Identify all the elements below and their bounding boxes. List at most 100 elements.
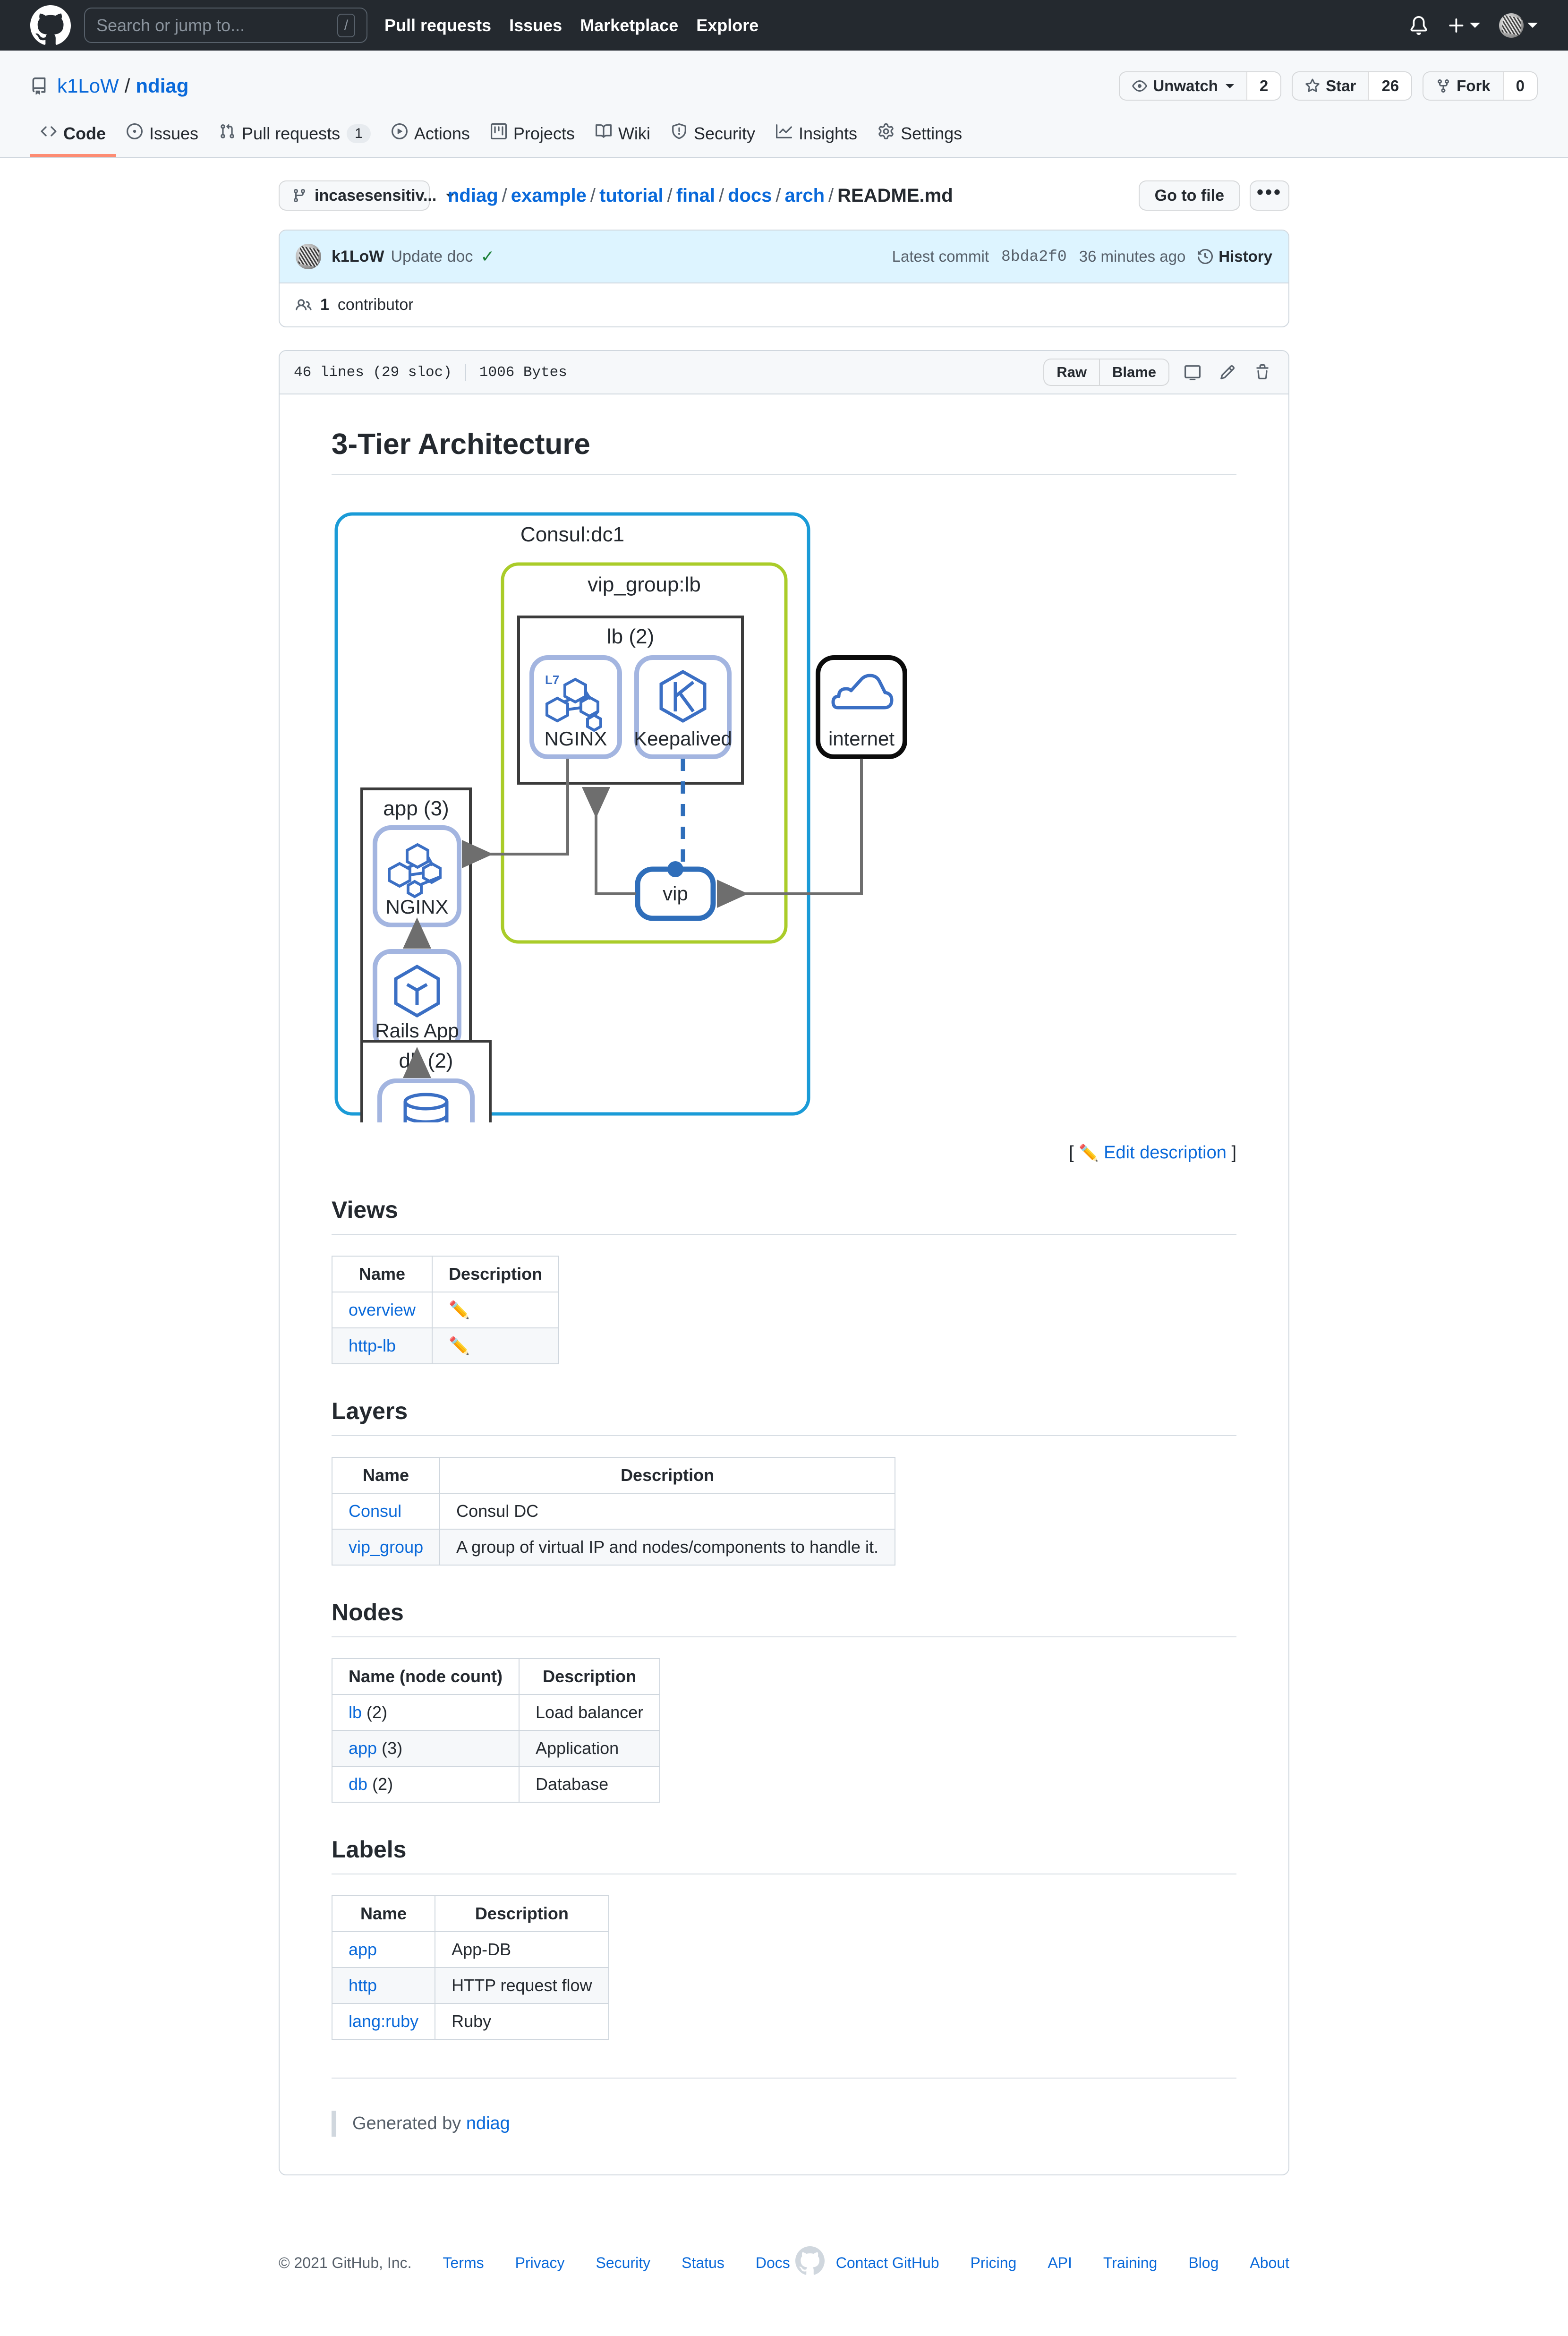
labels-col-description: Description: [435, 1896, 608, 1932]
star-button[interactable]: Star: [1293, 72, 1368, 100]
tab-wiki[interactable]: Wiki: [585, 115, 661, 157]
repo-name-link[interactable]: ndiag: [136, 75, 188, 97]
bell-icon[interactable]: [1409, 16, 1428, 35]
footer-link-blog[interactable]: Blog: [1188, 2254, 1219, 2272]
divider: [465, 364, 466, 381]
nodes-cell-description: Database: [519, 1766, 660, 1802]
label-link-lang-ruby[interactable]: lang:ruby: [349, 2011, 418, 2031]
node-link-app[interactable]: app: [349, 1738, 377, 1758]
blame-button[interactable]: Blame: [1099, 359, 1168, 385]
tab-security[interactable]: Security: [661, 115, 766, 157]
repo-title: k1LoW / ndiag: [30, 75, 188, 97]
footer-link-security[interactable]: Security: [596, 2254, 651, 2272]
label-link-http[interactable]: http: [349, 1976, 377, 1995]
file-line-count: 46 lines (29 sloc): [294, 364, 452, 381]
tab-projects-label: Projects: [513, 124, 575, 144]
tab-projects[interactable]: Projects: [480, 115, 585, 157]
desktop-download-icon[interactable]: [1181, 359, 1204, 385]
github-mark-icon[interactable]: [795, 2246, 825, 2279]
trash-icon[interactable]: [1251, 359, 1274, 385]
footer-link-contact-github[interactable]: Contact GitHub: [836, 2254, 939, 2272]
branch-selector[interactable]: incasesensitiv...: [279, 180, 430, 211]
breadcrumb-item-arch[interactable]: arch: [785, 185, 825, 206]
breadcrumb-item-example[interactable]: example: [511, 185, 587, 206]
plus-icon[interactable]: [1447, 16, 1480, 35]
contributors-bar[interactable]: 1 contributor: [280, 283, 1288, 326]
layers-cell-description: A group of virtual IP and nodes/componen…: [440, 1529, 895, 1565]
star-count[interactable]: 26: [1368, 72, 1411, 100]
commit-message[interactable]: Update doc: [391, 248, 473, 266]
node-link-lb[interactable]: lb: [349, 1703, 362, 1722]
bracket-open: [: [1069, 1143, 1074, 1163]
nav-explore[interactable]: Explore: [696, 16, 758, 35]
tab-code[interactable]: Code: [30, 115, 116, 157]
raw-button[interactable]: Raw: [1044, 359, 1099, 385]
ndiag-link[interactable]: ndiag: [466, 2114, 510, 2133]
github-mark-icon[interactable]: [30, 5, 71, 46]
commit-sha[interactable]: 8bda2f0: [1001, 248, 1067, 265]
table-row: vip_group A group of virtual IP and node…: [332, 1529, 895, 1565]
git-pull-request-icon: [219, 123, 235, 144]
tab-settings[interactable]: Settings: [868, 115, 972, 157]
fork-button-group[interactable]: Fork 0: [1423, 71, 1538, 101]
nav-issues[interactable]: Issues: [509, 16, 562, 35]
tab-pull-requests[interactable]: Pull requests 1: [209, 115, 381, 157]
fork-label: Fork: [1457, 77, 1491, 95]
fork-button[interactable]: Fork: [1423, 72, 1503, 100]
labels-cell-name: http: [332, 1968, 435, 2003]
file-size: 1006 Bytes: [479, 364, 567, 381]
edit-description-link[interactable]: Edit description: [1104, 1143, 1227, 1163]
label-link-app[interactable]: app: [349, 1940, 377, 1959]
labels-cell-description: HTTP request flow: [435, 1968, 608, 2003]
svg-text:L7: L7: [545, 673, 559, 687]
nav-pull-requests[interactable]: Pull requests: [384, 16, 491, 35]
views-cell-name: overview: [332, 1292, 432, 1328]
go-to-file-button[interactable]: Go to file: [1139, 180, 1240, 211]
views-col-description: Description: [432, 1256, 559, 1292]
footer-link-about[interactable]: About: [1250, 2254, 1289, 2272]
star-button-group[interactable]: Star 26: [1292, 71, 1412, 101]
footer-link-terms[interactable]: Terms: [443, 2254, 484, 2272]
breadcrumb-item-tutorial[interactable]: tutorial: [599, 185, 664, 206]
avatar[interactable]: [1499, 13, 1538, 38]
repo-slash: /: [125, 75, 130, 97]
breadcrumb-item-docs[interactable]: docs: [728, 185, 772, 206]
watch-button-group[interactable]: Unwatch 2: [1119, 71, 1281, 101]
unwatch-button[interactable]: Unwatch: [1120, 72, 1246, 100]
breadcrumb-sep: /: [590, 185, 596, 206]
footer-link-privacy[interactable]: Privacy: [515, 2254, 565, 2272]
history-link[interactable]: History: [1198, 248, 1272, 265]
tab-issues[interactable]: Issues: [116, 115, 209, 157]
nav-marketplace[interactable]: Marketplace: [580, 16, 678, 35]
breadcrumb-item-final[interactable]: final: [676, 185, 715, 206]
layer-link-consul[interactable]: Consul: [349, 1501, 401, 1521]
tab-actions[interactable]: Actions: [381, 115, 480, 157]
tab-insights[interactable]: Insights: [766, 115, 868, 157]
labels-cell-description: App-DB: [435, 1932, 608, 1968]
pencil-icon[interactable]: [1216, 359, 1239, 385]
layer-link-vip-group[interactable]: vip_group: [349, 1537, 423, 1557]
commit-author[interactable]: k1LoW: [332, 248, 384, 266]
raw-blame-group[interactable]: Raw Blame: [1043, 359, 1169, 386]
breadcrumb-item-ndiag[interactable]: ndiag: [448, 185, 498, 206]
breadcrumb-sep: /: [775, 185, 781, 206]
footer-link-pricing[interactable]: Pricing: [971, 2254, 1017, 2272]
repo-owner-link[interactable]: k1LoW: [57, 75, 119, 97]
node-link-db[interactable]: db: [349, 1774, 367, 1794]
table-row: lang:ruby Ruby: [332, 2003, 609, 2039]
view-link-http-lb[interactable]: http-lb: [349, 1336, 396, 1355]
footer-link-api[interactable]: API: [1048, 2254, 1072, 2272]
footer-link-training[interactable]: Training: [1103, 2254, 1157, 2272]
avatar[interactable]: [296, 244, 321, 269]
node-count-lb: (2): [366, 1703, 387, 1722]
heading-layers: Layers: [332, 1397, 1236, 1436]
heading-nodes: Nodes: [332, 1599, 1236, 1637]
graph-icon: [776, 123, 792, 144]
fork-count[interactable]: 0: [1503, 72, 1537, 100]
watch-count[interactable]: 2: [1246, 72, 1280, 100]
view-link-overview[interactable]: overview: [349, 1300, 416, 1319]
search-input[interactable]: Search or jump to... /: [84, 8, 367, 43]
more-options-button[interactable]: •••: [1250, 180, 1289, 211]
footer-link-docs[interactable]: Docs: [756, 2254, 790, 2272]
footer-link-status[interactable]: Status: [682, 2254, 724, 2272]
